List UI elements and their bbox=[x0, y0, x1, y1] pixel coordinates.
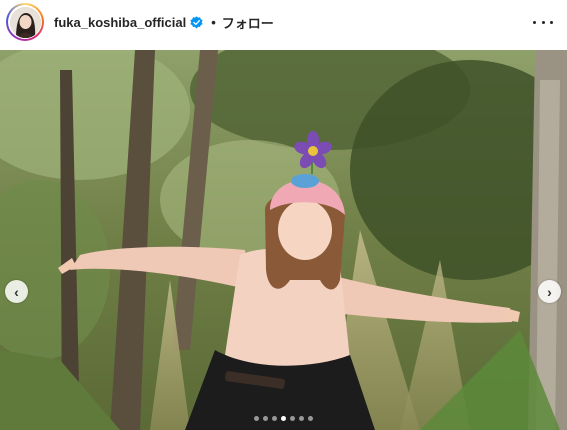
username-link[interactable]: fuka_koshiba_official bbox=[54, 15, 186, 30]
carousel-dot bbox=[308, 416, 313, 421]
post-header: fuka_koshiba_official • フォロー bbox=[0, 0, 567, 50]
carousel-dot bbox=[299, 416, 304, 421]
more-options-icon[interactable] bbox=[533, 14, 553, 30]
carousel-dot bbox=[290, 416, 295, 421]
verified-badge-icon bbox=[190, 16, 203, 29]
avatar-story-ring[interactable] bbox=[6, 3, 44, 41]
prev-glyph: ‹ bbox=[14, 283, 19, 300]
carousel-dot-active bbox=[281, 416, 286, 421]
carousel-dot bbox=[254, 416, 259, 421]
carousel-dot bbox=[272, 416, 277, 421]
follow-button[interactable]: フォロー bbox=[222, 13, 274, 32]
carousel-dot bbox=[263, 416, 268, 421]
avatar[interactable] bbox=[9, 6, 41, 38]
separator-dot: • bbox=[211, 15, 216, 30]
post-photo[interactable]: ‹ › bbox=[0, 50, 567, 430]
carousel-indicator bbox=[0, 416, 567, 421]
chevron-right-icon[interactable]: › bbox=[538, 280, 561, 303]
next-glyph: › bbox=[547, 283, 552, 300]
chevron-left-icon[interactable]: ‹ bbox=[5, 280, 28, 303]
